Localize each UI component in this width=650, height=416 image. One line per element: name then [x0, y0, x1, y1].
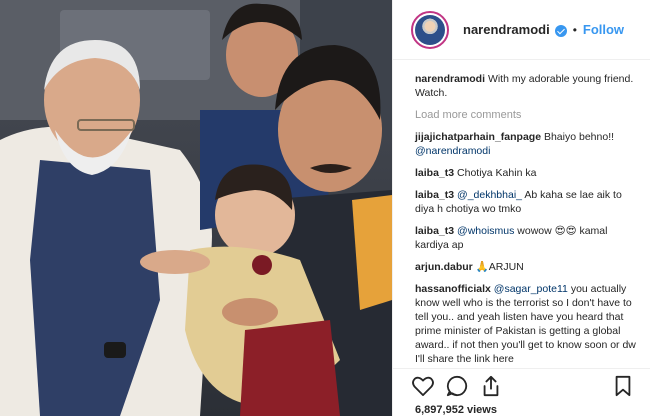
- comment-mention-link[interactable]: @_dekhbhai_: [457, 189, 522, 201]
- header-separator: •: [572, 22, 577, 37]
- post-side-panel: narendramodi • Follow narendramodi With …: [392, 0, 650, 416]
- comment-username[interactable]: arjun.dabur: [415, 261, 473, 273]
- view-count: 6,897,952 views: [415, 404, 497, 416]
- comment-item: arjun.dabur 🙏ARJUN: [415, 260, 641, 274]
- author-avatar-image: [415, 14, 445, 45]
- comment-text: you actually know well who is the terror…: [415, 283, 636, 365]
- comment-item: laiba_t3 Chotiya Kahin ka: [415, 166, 641, 180]
- share-button[interactable]: [479, 374, 503, 398]
- comment-icon: [446, 375, 468, 396]
- author-username[interactable]: narendramodi: [463, 22, 550, 37]
- comment-text: Bhaiyo behno!!: [543, 131, 615, 143]
- comment-username[interactable]: jijajichatparhain_fanpage: [415, 131, 541, 143]
- follow-button[interactable]: Follow: [583, 22, 624, 37]
- heart-icon: [412, 376, 434, 396]
- comments-list[interactable]: narendramodi With my adorable young frie…: [393, 60, 650, 368]
- comment-button[interactable]: [445, 374, 469, 398]
- comment-item: jijajichatparhain_fanpage Bhaiyo behno!!…: [415, 130, 641, 158]
- bookmark-icon: [615, 375, 631, 396]
- comment-item: hassanofficialx @sagar_pote11 you actual…: [415, 282, 641, 366]
- comment-mention-link[interactable]: @whoismus: [457, 225, 514, 237]
- verified-badge-icon: [554, 24, 567, 37]
- post-caption: narendramodi With my adorable young frie…: [415, 72, 641, 100]
- comment-text: 🙏ARJUN: [475, 261, 524, 273]
- caption-username[interactable]: narendramodi: [415, 73, 485, 85]
- like-button[interactable]: [411, 374, 435, 398]
- comment-username[interactable]: laiba_t3: [415, 167, 454, 179]
- comment-username[interactable]: laiba_t3: [415, 225, 454, 237]
- share-icon: [483, 375, 499, 396]
- comment-username[interactable]: laiba_t3: [415, 189, 454, 201]
- post-photo[interactable]: [0, 0, 392, 416]
- comment-container: jijajichatparhain_fanpage Bhaiyo behno!!…: [415, 130, 641, 366]
- comment-text: Chotiya Kahin ka: [457, 167, 537, 179]
- comment-username[interactable]: hassanofficialx: [415, 283, 491, 295]
- author-avatar[interactable]: [411, 10, 449, 49]
- comment-item: laiba_t3 @whoismus wowow 😍😍 kamal kardiy…: [415, 224, 641, 252]
- comment-mention-link[interactable]: @narendramodi: [415, 145, 490, 157]
- load-more-comments-link[interactable]: Load more comments: [415, 108, 641, 122]
- comment-mention-link[interactable]: @sagar_pote11: [494, 283, 568, 295]
- comment-item: laiba_t3 @_dekhbhai_ Ab kaha se lae aik …: [415, 188, 641, 216]
- post-header: narendramodi • Follow: [393, 0, 650, 60]
- save-button[interactable]: [611, 374, 635, 398]
- post-actions-bar: [393, 368, 650, 402]
- post-photo-image: [0, 0, 392, 416]
